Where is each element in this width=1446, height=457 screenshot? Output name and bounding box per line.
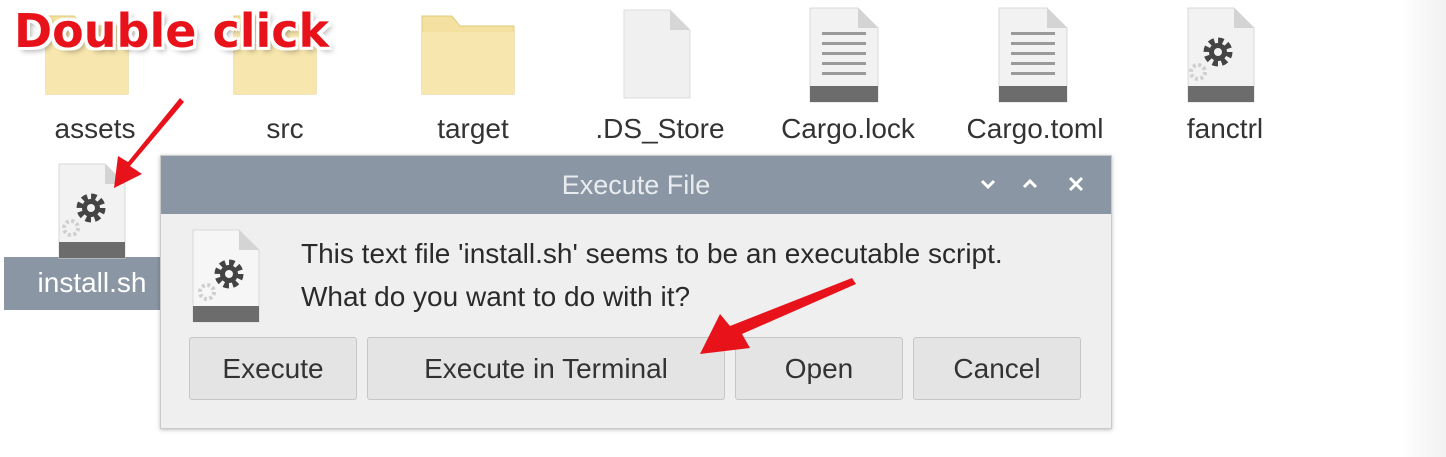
blank-file-icon[interactable] xyxy=(622,8,692,100)
file-label-target[interactable]: target xyxy=(383,113,563,145)
maximize-button[interactable] xyxy=(1015,169,1045,199)
file-label-ds-store[interactable]: .DS_Store xyxy=(570,113,750,145)
minimize-button[interactable] xyxy=(973,169,1003,199)
execute-file-dialog: Execute File This text file 'install.sh'… xyxy=(160,155,1112,429)
file-label-src[interactable]: src xyxy=(195,113,375,145)
file-label-fanctrl[interactable]: fanctrl xyxy=(1135,113,1315,145)
annotation-arrow-icon xyxy=(700,278,856,354)
executable-file-icon xyxy=(192,229,260,323)
double-click-annotation: Double click xyxy=(14,4,330,58)
executable-file-icon[interactable] xyxy=(1186,6,1256,104)
file-label-install-sh[interactable]: install.sh xyxy=(2,267,182,299)
execute-button[interactable]: Execute xyxy=(189,337,357,400)
window-edge-shade xyxy=(1400,0,1446,457)
folder-icon[interactable] xyxy=(420,10,516,96)
execute-in-terminal-button[interactable]: Execute in Terminal xyxy=(367,337,725,400)
file-label-cargo-toml[interactable]: Cargo.toml xyxy=(945,113,1125,145)
dialog-titlebar[interactable]: Execute File xyxy=(161,156,1111,214)
chevron-down-icon xyxy=(980,179,996,190)
text-file-icon[interactable] xyxy=(808,6,880,104)
text-file-icon[interactable] xyxy=(997,6,1069,104)
dialog-title: Execute File xyxy=(561,170,711,200)
close-icon xyxy=(1068,176,1084,192)
close-button[interactable] xyxy=(1061,169,1091,199)
cancel-button[interactable]: Cancel xyxy=(913,337,1081,400)
file-label-cargo-lock[interactable]: Cargo.lock xyxy=(758,113,938,145)
dialog-message-line2: What do you want to do with it? xyxy=(301,281,691,312)
dialog-message-line1: This text file 'install.sh' seems to be … xyxy=(301,238,1003,269)
chevron-up-icon xyxy=(1022,178,1038,189)
